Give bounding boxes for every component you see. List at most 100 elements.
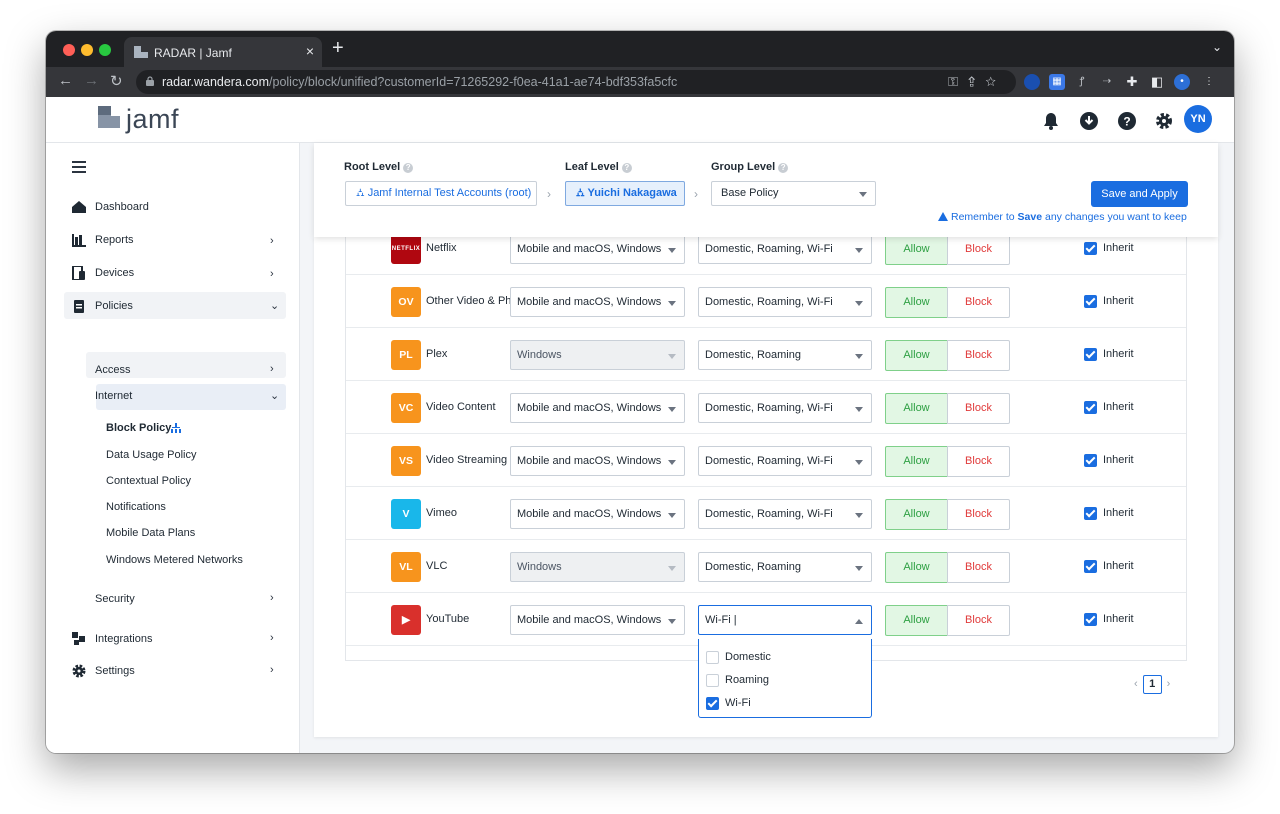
platform-select[interactable]: Mobile and macOS, Windows bbox=[510, 234, 685, 264]
extensions-puzzle-icon[interactable]: ✚ bbox=[1124, 74, 1140, 90]
inherit-checkbox[interactable] bbox=[1084, 242, 1097, 255]
sidebar-item-windows-metered-networks[interactable]: Windows Metered Networks bbox=[106, 554, 243, 566]
sidebar-item-security[interactable]: Security bbox=[95, 593, 135, 605]
table-row: VS Video Streaming Services Mobile and mac… bbox=[346, 434, 1186, 487]
browser-tab[interactable]: RADAR | Jamf × bbox=[124, 37, 322, 67]
block-button[interactable]: Block bbox=[947, 499, 1010, 530]
allow-button[interactable]: Allow bbox=[885, 446, 948, 477]
chevron-right-icon: › bbox=[270, 632, 274, 644]
prev-page-button[interactable]: ‹ bbox=[1134, 678, 1138, 690]
block-button[interactable]: Block bbox=[947, 552, 1010, 583]
next-page-button[interactable]: › bbox=[1167, 678, 1171, 690]
platform-select[interactable]: Mobile and macOS, Windows bbox=[510, 605, 685, 635]
platform-select[interactable]: Mobile and macOS, Windows bbox=[510, 499, 685, 529]
network-select[interactable]: Wi-Fi | bbox=[698, 605, 872, 635]
checkbox[interactable] bbox=[706, 674, 719, 687]
hierarchy-icon bbox=[171, 423, 181, 433]
inherit-checkbox[interactable] bbox=[1084, 613, 1097, 626]
sidebar-item-block-policy[interactable]: Block Policy bbox=[106, 422, 171, 434]
allow-button[interactable]: Allow bbox=[885, 234, 948, 265]
inherit-checkbox[interactable] bbox=[1084, 560, 1097, 573]
save-and-apply-button[interactable]: Save and Apply bbox=[1091, 181, 1188, 207]
option-label: Wi-Fi bbox=[725, 697, 751, 709]
page-1-button[interactable]: 1 bbox=[1142, 675, 1162, 694]
platform-select[interactable]: Mobile and macOS, Windows bbox=[510, 287, 685, 317]
network-select[interactable]: Domestic, Roaming, Wi-Fi bbox=[698, 446, 872, 476]
bell-icon[interactable] bbox=[1041, 111, 1061, 131]
platform-select[interactable]: Mobile and macOS, Windows bbox=[510, 393, 685, 423]
checkbox-checked[interactable] bbox=[706, 697, 719, 710]
help-circle-icon[interactable]: ? bbox=[778, 163, 789, 173]
tab-search-chevron-icon[interactable]: ⌄ bbox=[1212, 40, 1222, 54]
caret-down-icon bbox=[855, 301, 863, 306]
new-tab-button[interactable]: + bbox=[332, 37, 344, 60]
sidebar-item-mobile-data-plans[interactable]: Mobile Data Plans bbox=[106, 527, 195, 539]
block-policy-table-card: NETFLIX Netflix Mobile and macOS, Windows D… bbox=[314, 234, 1218, 737]
block-button[interactable]: Block bbox=[947, 605, 1010, 636]
block-button[interactable]: Block bbox=[947, 446, 1010, 477]
inherit-checkbox[interactable] bbox=[1084, 507, 1097, 520]
help-circle-icon[interactable]: ? bbox=[621, 163, 632, 173]
platform-select[interactable]: Mobile and macOS, Windows bbox=[510, 446, 685, 476]
network-select[interactable]: Domestic, Roaming bbox=[698, 552, 872, 582]
network-dropdown-menu: Domestic Roaming Wi-Fi bbox=[698, 639, 872, 718]
network-select[interactable]: Domestic, Roaming bbox=[698, 340, 872, 370]
network-select[interactable]: Domestic, Roaming, Wi-Fi bbox=[698, 499, 872, 529]
close-tab-icon[interactable]: × bbox=[306, 43, 314, 59]
sidebar-item-contextual-policy[interactable]: Contextual Policy bbox=[106, 475, 191, 487]
help-circle-icon[interactable]: ? bbox=[403, 163, 414, 173]
network-select[interactable]: Domestic, Roaming, Wi-Fi bbox=[698, 287, 872, 317]
allow-button[interactable]: Allow bbox=[885, 552, 948, 583]
bookmark-star-icon[interactable]: ☆ bbox=[985, 74, 1006, 89]
inherit-checkbox[interactable] bbox=[1084, 454, 1097, 467]
allow-button[interactable]: Allow bbox=[885, 499, 948, 530]
chevron-right-icon: › bbox=[270, 235, 274, 247]
key-icon[interactable]: ⚿ bbox=[948, 74, 968, 89]
allow-button[interactable]: Allow bbox=[885, 287, 948, 318]
hamburger-menu-icon[interactable] bbox=[72, 161, 86, 173]
sidebar-item-notifications[interactable]: Notifications bbox=[106, 501, 166, 513]
leaf-level-button[interactable]: ⛼ Yuichi Nakagawa bbox=[565, 181, 685, 206]
help-icon[interactable]: ? bbox=[1117, 111, 1137, 131]
sidebar-item-data-usage-policy[interactable]: Data Usage Policy bbox=[106, 449, 197, 461]
side-panel-icon[interactable]: ◧ bbox=[1149, 74, 1165, 90]
zoom-window-button[interactable] bbox=[99, 44, 111, 56]
allow-button[interactable]: Allow bbox=[885, 393, 948, 424]
sidebar-item-access[interactable]: Access bbox=[95, 364, 130, 376]
browser-menu-icon[interactable]: ⋮ bbox=[1201, 74, 1217, 90]
extension-grid-icon[interactable]: ▦ bbox=[1049, 74, 1065, 90]
block-button[interactable]: Block bbox=[947, 393, 1010, 424]
allow-button[interactable]: Allow bbox=[885, 340, 948, 371]
extension-script-icon[interactable]: ꝭ bbox=[1074, 74, 1090, 90]
download-icon[interactable] bbox=[1079, 111, 1099, 131]
block-button[interactable]: Block bbox=[947, 340, 1010, 371]
share-icon[interactable]: ⇪ bbox=[968, 74, 985, 89]
chevron-right-icon: › bbox=[270, 592, 274, 604]
profile-icon[interactable]: • bbox=[1174, 74, 1190, 90]
checkbox[interactable] bbox=[706, 651, 719, 664]
network-value: Wi-Fi | bbox=[705, 614, 737, 626]
chevron-right-icon: › bbox=[270, 363, 274, 375]
extension-circle-icon[interactable] bbox=[1024, 74, 1040, 90]
inherit-checkbox[interactable] bbox=[1084, 295, 1097, 308]
user-avatar[interactable]: YN bbox=[1184, 105, 1212, 133]
minimize-window-button[interactable] bbox=[81, 44, 93, 56]
inherit-checkbox[interactable] bbox=[1084, 348, 1097, 361]
settings-gear-icon[interactable] bbox=[1154, 111, 1174, 131]
extension-arrow-icon[interactable]: ⇢ bbox=[1099, 74, 1115, 90]
network-select[interactable]: Domestic, Roaming, Wi-Fi bbox=[698, 393, 872, 423]
inherit-checkbox[interactable] bbox=[1084, 401, 1097, 414]
root-level-button[interactable]: ⛼ Jamf Internal Test Accounts (root) bbox=[345, 181, 537, 206]
forward-arrow-icon[interactable]: → bbox=[84, 72, 99, 89]
reload-icon[interactable]: ↻ bbox=[110, 72, 123, 90]
url-field[interactable]: radar.wandera.com/policy/block/unified?c… bbox=[136, 70, 1016, 94]
close-window-button[interactable] bbox=[63, 44, 75, 56]
block-button[interactable]: Block bbox=[947, 234, 1010, 265]
sidebar-item-label: Reports bbox=[95, 234, 134, 246]
network-select[interactable]: Domestic, Roaming, Wi-Fi bbox=[698, 234, 872, 264]
allow-button[interactable]: Allow bbox=[885, 605, 948, 636]
back-arrow-icon[interactable]: ← bbox=[58, 72, 73, 89]
group-level-select[interactable]: Base Policy bbox=[711, 181, 876, 206]
block-button[interactable]: Block bbox=[947, 287, 1010, 318]
sidebar-item-internet[interactable]: Internet bbox=[95, 390, 132, 402]
